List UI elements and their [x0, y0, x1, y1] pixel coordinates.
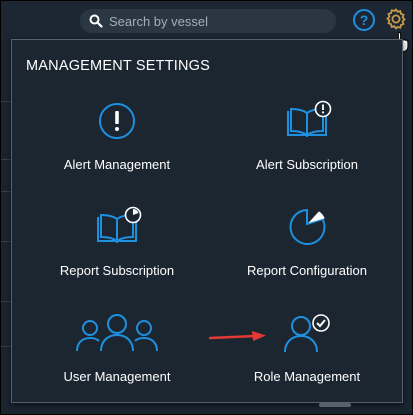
background-divider	[1, 346, 11, 347]
background-divider	[1, 159, 11, 160]
report-subscription-tile[interactable]: Report Subscription	[27, 205, 207, 295]
user-check-icon	[284, 314, 330, 353]
pie-chart-icon	[289, 208, 326, 245]
scrollbar-thumb[interactable]	[319, 403, 351, 407]
role-management-tile[interactable]: Role Management	[217, 311, 397, 401]
tile-label: Alert Management	[63, 157, 171, 172]
tile-label: Report Subscription	[59, 263, 175, 278]
top-bar: ?	[1, 1, 412, 52]
app-frame: ? MANAGEMENT SETTINGS	[0, 0, 413, 415]
panel-title: MANAGEMENT SETTINGS	[26, 58, 210, 74]
tile-label: Alert Subscription	[256, 157, 358, 172]
alert-subscription-tile[interactable]: Alert Subscription	[217, 99, 397, 189]
background-divider	[1, 241, 11, 242]
annotation-arrow-icon	[208, 331, 266, 341]
background-divider	[1, 301, 11, 302]
tile-label: User Management	[63, 369, 171, 384]
settings-button[interactable]	[384, 7, 408, 31]
search-box[interactable]	[80, 9, 336, 33]
alert-icon	[99, 103, 135, 139]
background-divider	[1, 191, 11, 192]
tile-label: Report Configuration	[247, 263, 367, 278]
book-alert-icon	[287, 100, 332, 137]
tile-label: Role Management	[253, 369, 361, 384]
report-configuration-tile[interactable]: Report Configuration	[217, 205, 397, 295]
background-divider	[1, 101, 11, 102]
alert-management-tile[interactable]: Alert Management	[27, 99, 207, 189]
search-icon	[89, 14, 103, 28]
user-management-tile[interactable]: User Management	[27, 311, 207, 401]
management-settings-panel: MANAGEMENT SETTINGS Alert Management Ale…	[11, 39, 403, 403]
help-icon: ?	[359, 12, 369, 28]
help-button[interactable]: ?	[353, 9, 375, 31]
search-input[interactable]	[109, 13, 329, 29]
book-chart-icon	[97, 206, 142, 243]
users-icon	[76, 314, 158, 352]
gear-icon	[386, 8, 406, 30]
